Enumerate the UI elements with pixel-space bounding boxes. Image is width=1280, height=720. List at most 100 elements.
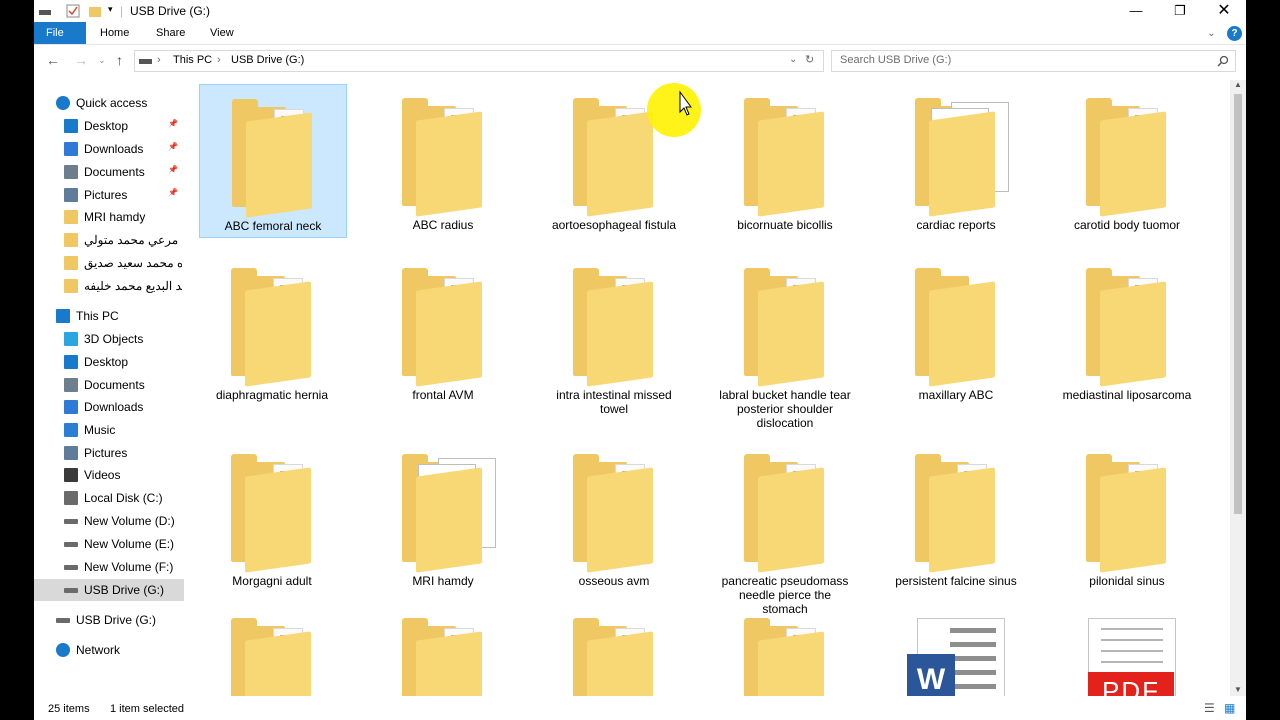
folder-tile[interactable] [541,604,687,696]
drive-icon [64,565,78,570]
nav-item[interactable]: New Volume (D:) [34,510,184,532]
vertical-scrollbar[interactable]: ▲ ▼ [1230,80,1246,696]
pin-icon[interactable]: 📌 [168,119,178,128]
nav-item[interactable]: MRI hamdy [34,206,184,228]
forward-arrow-icon[interactable]: → [74,52,88,68]
nav-item[interactable]: د مرعي محمد متولي [34,229,184,251]
cube-icon [64,332,78,346]
document-icon [64,378,78,392]
details-view-icon[interactable]: ☰ [1204,701,1215,715]
drive-icon [64,542,78,547]
usb-drive-icon [64,588,78,593]
help-icon[interactable]: ? [1227,26,1242,41]
address-row: ← → ⌄ ↑ › This PC › USB Drive (G:) ⌄ ↻ S… [34,46,1246,76]
word-file-tile[interactable]: W [883,604,1029,696]
new-folder-icon[interactable] [88,4,102,18]
folder-tile[interactable]: cardiac reports [883,84,1029,232]
properties-icon[interactable] [66,4,80,18]
nav-item[interactable]: USB Drive (G:) [34,579,184,601]
nav-item[interactable]: New Volume (F:) [34,556,184,578]
nav-item[interactable]: Documents 📌 [34,161,184,183]
folder-tile[interactable]: diaphragmatic hernia [199,254,345,402]
recent-locations-icon[interactable]: ⌄ [98,55,106,66]
maximize-button[interactable]: ❐ [1158,0,1202,22]
tab-file[interactable]: File [34,22,86,44]
folder-tile[interactable]: ABC radius [370,84,516,232]
nav-item[interactable]: Local Disk (C:) [34,487,184,509]
scrollbar-thumb[interactable] [1234,94,1242,514]
window-title: USB Drive (G:) [130,4,211,18]
nav-item-label: Quick access [76,96,148,110]
scroll-up-icon[interactable]: ▲ [1234,80,1242,89]
pin-icon[interactable]: 📌 [168,142,178,151]
pin-icon[interactable]: 📌 [168,165,178,174]
folder-tile[interactable] [199,604,345,696]
nav-item[interactable]: 3D Objects [34,328,184,350]
nav-item[interactable]: Videos [34,464,184,486]
pin-icon[interactable]: 📌 [168,188,178,197]
folder-tile[interactable]: MRI hamdy [370,440,516,588]
file-name: aortoesophageal fistula [551,218,677,232]
nav-item[interactable]: Quick access [34,92,184,114]
nav-item[interactable]: Network [34,639,184,661]
minimize-button[interactable]: — [1114,0,1158,22]
folder-tile[interactable]: frontal AVM [370,254,516,402]
folder-tile[interactable]: mediastinal liposarcoma [1054,254,1200,402]
folder-tile[interactable]: intra intestinal missed towel [541,254,687,416]
search-icon[interactable] [1217,55,1229,67]
folder-tile[interactable] [712,604,858,696]
folder-icon [64,256,78,270]
nav-item[interactable]: بيد البديع محمد خليفه [34,275,184,297]
breadcrumb-usb-drive[interactable]: USB Drive (G:) [231,54,304,66]
nav-item[interactable]: Pictures 📌 [34,184,184,206]
folder-tile[interactable]: carotid body tuomor [1054,84,1200,232]
nav-item-label: 3D Objects [84,332,144,346]
large-icons-view-icon[interactable]: ▦ [1224,701,1235,715]
tab-home[interactable]: Home [88,22,141,44]
address-bar[interactable]: › This PC › USB Drive (G:) ⌄ ↻ [134,50,824,72]
folder-tile[interactable]: maxillary ABC [883,254,1029,402]
folder-tile[interactable]: pancreatic pseudomass needle pierce the … [712,440,858,616]
tab-view[interactable]: View [198,22,246,44]
nav-item[interactable]: USB Drive (G:) [34,609,184,631]
folder-tile[interactable]: Morgagni adult [199,440,345,588]
folder-tile[interactable]: persistent falcine sinus [883,440,1029,588]
nav-item-label: Downloads [84,400,144,414]
nav-item[interactable]: Desktop 📌 [34,115,184,137]
folder-tile[interactable] [370,604,516,696]
expand-ribbon-icon[interactable]: ⌄ [1207,28,1215,39]
close-button[interactable]: ✕ [1202,0,1246,22]
folder-icon [64,279,78,293]
drive-icon[interactable] [38,4,52,18]
drive-icon [139,59,152,64]
folder-tile[interactable]: ABC femoral neck [199,84,347,238]
nav-item[interactable]: Downloads 📌 [34,138,184,160]
breadcrumb-this-pc[interactable]: This PC [173,54,212,66]
nav-item[interactable]: Pictures [34,442,184,464]
breadcrumb-separator-icon[interactable]: › [157,54,161,66]
tab-share[interactable]: Share [144,22,197,44]
address-dropdown-icon[interactable]: ⌄ [789,54,797,65]
back-arrow-icon[interactable]: ← [46,52,60,68]
scroll-down-icon[interactable]: ▼ [1234,685,1242,694]
folder-tile[interactable]: pilonidal sinus [1054,440,1200,588]
customize-toolbar-icon[interactable]: ▾ [108,4,113,15]
up-arrow-icon[interactable]: ↑ [116,52,123,68]
folder-tile[interactable]: bicornuate bicollis [712,84,858,232]
nav-item[interactable]: New Volume (E:) [34,533,184,555]
folder-icon [1100,111,1166,217]
refresh-icon[interactable]: ↻ [805,53,814,66]
folder-tile[interactable]: osseous avm [541,440,687,588]
nav-item[interactable]: Music [34,419,184,441]
search-box[interactable]: Search USB Drive (G:) [831,50,1236,72]
nav-item[interactable]: Documents [34,374,184,396]
nav-item-label: Local Disk (C:) [84,491,163,505]
nav-item-label: USB Drive (G:) [76,613,157,627]
breadcrumb-separator-icon[interactable]: › [217,54,221,66]
nav-item[interactable]: ه محمد سعيد صديق [34,252,184,274]
nav-item[interactable]: Downloads [34,396,184,418]
pdf-file-tile[interactable]: PDF [1054,604,1200,696]
nav-item[interactable]: Desktop [34,351,184,373]
folder-tile[interactable]: labral bucket handle tear posterior shou… [712,254,858,430]
nav-item[interactable]: This PC [34,305,184,327]
